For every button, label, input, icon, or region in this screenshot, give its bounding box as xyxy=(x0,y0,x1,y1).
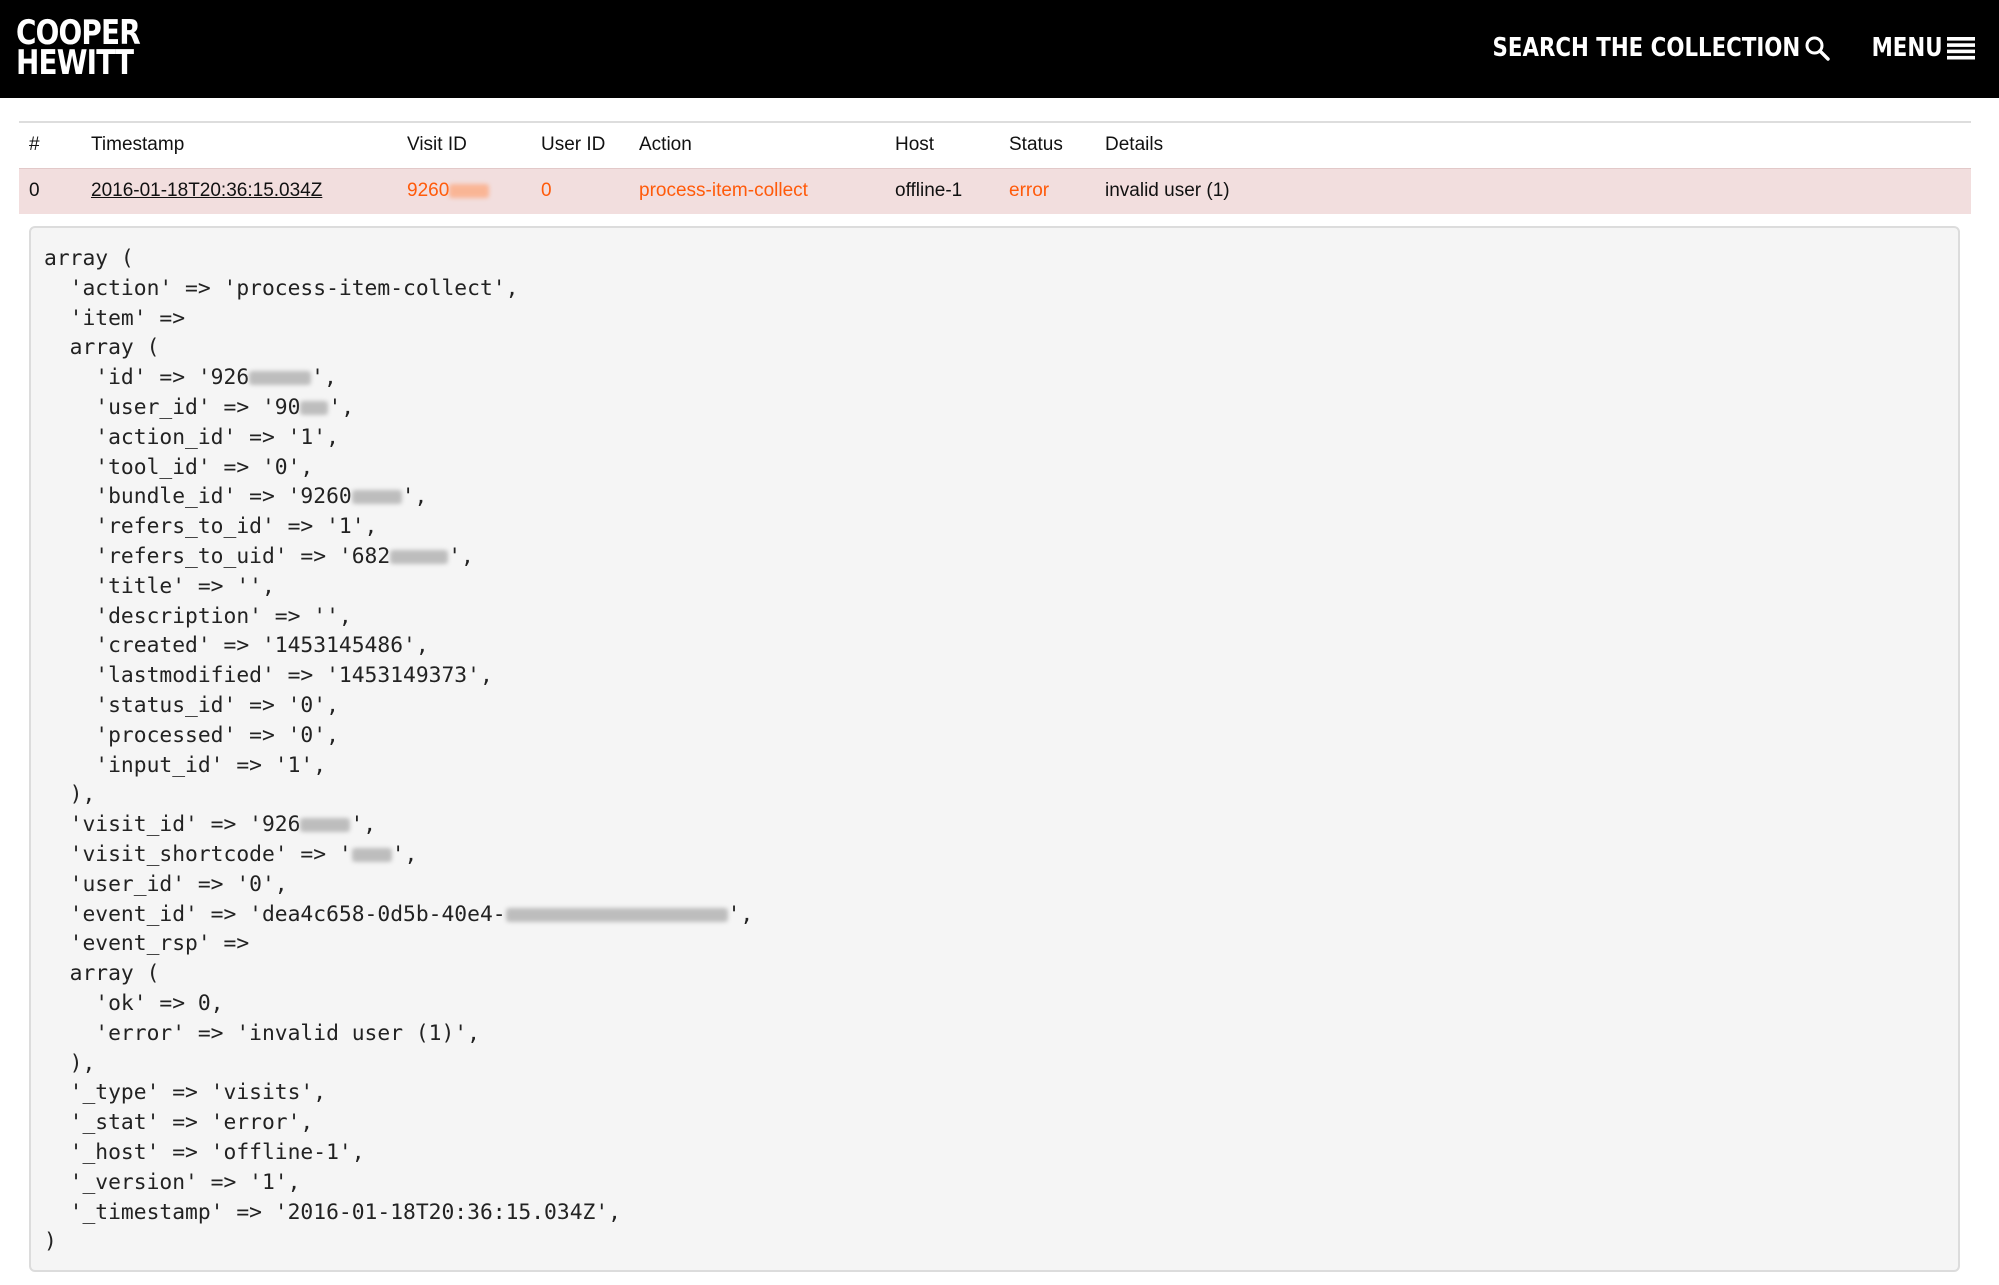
dump-line: 'title' => '', xyxy=(44,573,275,599)
dump-line-suffix: ', xyxy=(448,543,474,569)
dump-line: '_type' => 'visits', xyxy=(44,1080,327,1106)
dump-line: 'refers_to_id' => '1', xyxy=(44,514,378,540)
column-header-host: Host xyxy=(895,134,935,156)
search-icon xyxy=(1805,36,1831,61)
dump-line: array ( xyxy=(44,961,160,987)
dump-line: '_stat' => 'error', xyxy=(44,1110,314,1136)
site-header: COOPER HEWITT SEARCH THE COLLECTION MENU xyxy=(0,0,1999,98)
dump-line: 'status_id' => '0', xyxy=(44,692,339,718)
dump-line: 'lastmodified' => '1453149373', xyxy=(44,663,493,689)
dump-line: array ( xyxy=(44,335,160,361)
dump-line: 'created' => '1453145486', xyxy=(44,633,429,659)
column-header-action: Action xyxy=(639,134,692,156)
redacted-value xyxy=(249,371,312,386)
dump-line: 'error' => 'invalid user (1)', xyxy=(44,1020,480,1046)
logo-line-2: HEWITT xyxy=(16,43,134,83)
dump-line: 'ok' => 0, xyxy=(44,990,224,1016)
dump-line: '_version' => '1', xyxy=(44,1169,301,1195)
dump-line: 'action' => 'process-item-collect', xyxy=(44,275,519,301)
dump-line: 'description' => '', xyxy=(44,603,352,629)
header-nav: SEARCH THE COLLECTION MENU xyxy=(1425,28,1975,68)
cell-number: 0 xyxy=(29,180,40,202)
cell-visit-id[interactable]: 9260 xyxy=(397,168,531,214)
dump-line: 'visit_id' => '926 xyxy=(44,812,301,838)
dump-line-suffix: ', xyxy=(328,394,355,420)
dump-line: 'event_id' => 'dea4c658-0d5b-40e4- xyxy=(44,901,506,927)
dump-line: ), xyxy=(44,782,96,808)
cell-action[interactable]: process-item-collect xyxy=(629,168,885,214)
event-detail-panel: array ( 'action' => 'process-item-collec… xyxy=(29,226,1960,1272)
visit-log-table: # Timestamp Visit ID User ID Action Host… xyxy=(19,121,1971,214)
dump-line: 'processed' => '0', xyxy=(44,722,339,748)
redacted-value xyxy=(300,400,329,415)
dump-line-suffix: ', xyxy=(727,901,754,927)
hamburger-menu-icon xyxy=(1947,37,1975,60)
visit-log-table-wrapper: # Timestamp Visit ID User ID Action Host… xyxy=(19,121,1971,214)
dump-line: 'tool_id' => '0', xyxy=(44,454,314,480)
redacted-value xyxy=(300,818,351,833)
visit-id-value: 9260 xyxy=(407,180,450,202)
timestamp-link[interactable]: 2016-01-18T20:36:15.034Z xyxy=(91,180,322,201)
column-header-status: Status xyxy=(1009,134,1063,156)
cooper-hewitt-logo[interactable]: COOPER HEWITT xyxy=(16,16,141,83)
dump-line: array ( xyxy=(44,246,134,271)
redacted-value xyxy=(351,847,392,862)
dump-line: 'refers_to_uid' => '682 xyxy=(44,543,391,569)
dump-line: 'user_id' => '90 xyxy=(44,394,301,420)
event-dump: array ( 'action' => 'process-item-collec… xyxy=(31,228,1958,1270)
dump-line: ), xyxy=(44,1050,96,1076)
redacted-value xyxy=(390,549,449,564)
table-header-row: # Timestamp Visit ID User ID Action Host… xyxy=(19,122,1971,168)
search-collection-button[interactable]: SEARCH THE COLLECTION xyxy=(1425,33,1831,63)
dump-line: 'item' => xyxy=(44,305,186,331)
dump-line-suffix: ', xyxy=(350,812,377,838)
cell-user-id[interactable]: 0 xyxy=(531,168,629,214)
dump-line: 'action_id' => '1', xyxy=(44,424,339,450)
menu-button[interactable]: MENU xyxy=(1856,33,1975,63)
menu-label: MENU xyxy=(1872,33,1943,63)
column-header-user-id: User ID xyxy=(541,134,606,156)
column-header-visit-id: Visit ID xyxy=(407,134,467,156)
dump-line: 'event_rsp' => xyxy=(44,931,250,957)
dump-line: 'bundle_id' => '9260 xyxy=(44,484,352,510)
column-header-details: Details xyxy=(1105,134,1164,156)
dump-line-suffix: ', xyxy=(391,841,418,867)
dump-line-suffix: ', xyxy=(401,484,428,510)
column-header-number: # xyxy=(29,134,40,156)
cell-status[interactable]: error xyxy=(999,168,1095,214)
cell-timestamp: 2016-01-18T20:36:15.034Z xyxy=(81,168,397,214)
dump-line: 'visit_shortcode' => ' xyxy=(44,841,352,867)
dump-line: '_timestamp' => '2016-01-18T20:36:15.034… xyxy=(44,1199,621,1225)
redacted-value xyxy=(351,490,402,505)
cell-details: invalid user (1) xyxy=(1105,180,1230,202)
dump-line: '_host' => 'offline-1', xyxy=(44,1139,365,1165)
search-collection-label: SEARCH THE COLLECTION xyxy=(1492,33,1801,63)
dump-line: 'user_id' => '0', xyxy=(44,871,288,897)
table-row: 0 2016-01-18T20:36:15.034Z 9260 0 proces… xyxy=(19,168,1971,214)
dump-line: 'input_id' => '1', xyxy=(44,752,327,778)
redacted-value xyxy=(505,907,728,922)
dump-line: 'id' => '926 xyxy=(44,365,250,391)
dump-line-suffix: ', xyxy=(311,365,337,391)
redacted-visit-id xyxy=(449,184,490,199)
column-header-timestamp: Timestamp xyxy=(91,134,185,156)
cell-host: offline-1 xyxy=(895,180,963,202)
dump-line: ) xyxy=(44,1229,57,1255)
